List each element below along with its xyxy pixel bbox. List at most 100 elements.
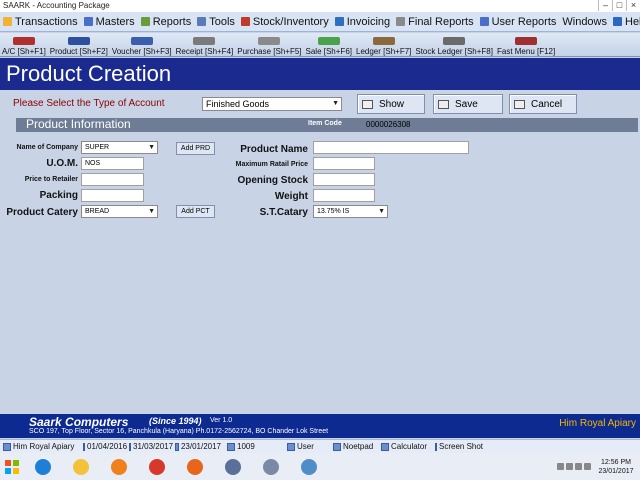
- firefox-taskbar-button[interactable]: [177, 456, 213, 478]
- opening-stock-field[interactable]: [313, 173, 375, 186]
- status-user[interactable]: User: [284, 442, 330, 451]
- toolbar-receipt-button[interactable]: Receipt [Sh+F4]: [174, 33, 236, 57]
- menu-reports[interactable]: Reports: [138, 13, 195, 31]
- account-type-row: Please Select the Type of Account Finish…: [0, 90, 640, 118]
- system-tray: 12:56 PM 23/01/2017: [556, 453, 640, 480]
- chevron-down-icon: ▼: [332, 100, 339, 107]
- screenshot-icon: [435, 442, 437, 451]
- calendar-icon: [175, 442, 179, 451]
- cancel-icon: [514, 99, 525, 109]
- page-title: Product Creation: [6, 61, 172, 86]
- toolbar-fast-menu-button[interactable]: Fast Menu [F12]: [495, 33, 557, 57]
- menu-tools[interactable]: Tools: [194, 13, 238, 31]
- footer-version: Ver 1.0: [210, 417, 233, 424]
- accounts-icon: [12, 37, 35, 45]
- toolbar-voucher-button[interactable]: Voucher [Sh+F3]: [110, 33, 174, 57]
- cancel-button[interactable]: Cancel: [509, 94, 577, 114]
- product-category-select[interactable]: BREAD ▼: [81, 205, 158, 218]
- explorer-taskbar-button[interactable]: [63, 456, 99, 478]
- calendar-icon: [83, 442, 85, 451]
- product-info-title: Product Information: [26, 117, 131, 131]
- toolbar-sale-button[interactable]: Sale [Sh+F6]: [304, 33, 354, 57]
- menu-windows[interactable]: Windows: [559, 13, 610, 31]
- tray-arrow-icon[interactable]: [557, 463, 564, 470]
- notepad-label: Noetpad: [343, 442, 374, 451]
- minimize-icon[interactable]: –: [598, 0, 612, 11]
- packing-field[interactable]: [81, 189, 144, 202]
- toolbar-label: Receipt [Sh+F4]: [175, 47, 234, 56]
- status-screenshot[interactable]: Screen Shot: [432, 442, 486, 451]
- toolbar-stock-ledger-button[interactable]: Stock Ledger [Sh+F8]: [413, 33, 495, 57]
- save-button[interactable]: Save: [433, 94, 503, 114]
- status-date-to[interactable]: 31/03/2017: [126, 442, 173, 451]
- clock[interactable]: 12:56 PM 23/01/2017: [592, 458, 640, 476]
- saark-app-taskbar-button[interactable]: [215, 456, 251, 478]
- taskbar-pinned-apps: [24, 456, 328, 478]
- mrp-field[interactable]: [313, 157, 375, 170]
- account-type-label: Please Select the Type of Account: [13, 98, 165, 109]
- toolbar-product-button[interactable]: Product [Sh+F2]: [48, 33, 110, 57]
- menu-transactions[interactable]: Transactions: [0, 13, 81, 31]
- add-pct-button[interactable]: Add PCT: [176, 205, 215, 218]
- menu-invoicing[interactable]: Invoicing: [332, 13, 393, 31]
- st-category-select[interactable]: 13.75% IS ▼: [313, 205, 388, 218]
- saark-app-icon: [225, 458, 241, 475]
- toolbar-label: Stock Ledger [Sh+F8]: [415, 47, 493, 56]
- ledger-icon: [372, 37, 395, 45]
- page-header: Product Creation: [0, 58, 640, 90]
- status-notepad[interactable]: Noetpad: [330, 442, 378, 451]
- uom-field[interactable]: NOS: [81, 157, 144, 170]
- ie-taskbar-button[interactable]: [25, 456, 61, 478]
- product-name-field[interactable]: [313, 141, 469, 154]
- menu-label: Final Reports: [408, 15, 474, 28]
- volume-icon[interactable]: [584, 463, 591, 470]
- sale-icon: [317, 37, 340, 45]
- menu-masters[interactable]: Masters: [81, 13, 138, 31]
- menu-stock-inventory[interactable]: Stock/Inventory: [238, 13, 332, 31]
- price-to-retailer-field[interactable]: [81, 173, 144, 186]
- clock-date: 23/01/2017: [598, 467, 634, 475]
- calculator-app-taskbar-button[interactable]: [253, 456, 289, 478]
- st-category-value: 13.75% IS: [317, 208, 350, 215]
- status-calculator[interactable]: Calculator: [378, 442, 432, 451]
- invoicing-icon: [334, 17, 344, 26]
- chrome-taskbar-button[interactable]: [139, 456, 175, 478]
- packing-label: Packing: [39, 190, 78, 201]
- network-icon[interactable]: [575, 463, 582, 470]
- menu-final-reports[interactable]: Final Reports: [393, 13, 476, 31]
- company-icon: [3, 442, 11, 451]
- maximize-icon[interactable]: □: [612, 0, 626, 11]
- item-code-label: Item Code: [308, 120, 342, 127]
- menu-user-reports[interactable]: User Reports: [477, 13, 560, 31]
- toolbar-label: Purchase [Sh+F5]: [237, 47, 302, 56]
- toolbar-ledger-button[interactable]: Ledger [Sh+F7]: [354, 33, 413, 57]
- show-button[interactable]: Show: [357, 94, 425, 114]
- menu-label: Masters: [95, 15, 135, 28]
- name-of-company-label: Name of Company: [16, 144, 78, 151]
- status-date-from[interactable]: 01/04/2016: [80, 442, 127, 451]
- footer-since: (Since 1994): [149, 416, 202, 426]
- company-value: SUPER: [85, 144, 110, 151]
- add-prd-button[interactable]: Add PRD: [176, 142, 215, 155]
- menu-label: Reports: [152, 15, 192, 28]
- toolbar-label: Product [Sh+F2]: [49, 47, 108, 56]
- account-type-select[interactable]: Finished Goods ▼: [202, 97, 342, 111]
- media-player-icon: [111, 458, 127, 475]
- paint-icon: [301, 458, 317, 475]
- paint-taskbar-button[interactable]: [291, 456, 327, 478]
- close-icon[interactable]: ×: [626, 0, 640, 11]
- toolbar-purchase-button[interactable]: Purchase [Sh+F5]: [235, 33, 303, 57]
- toolbar-label: Fast Menu [F12]: [496, 47, 556, 56]
- status-client[interactable]: Him Royal Apiary: [0, 442, 80, 451]
- start-button[interactable]: [1, 456, 23, 478]
- weight-field[interactable]: [313, 189, 375, 202]
- status-today[interactable]: 23/01/2017: [172, 442, 224, 451]
- company-select[interactable]: SUPER ▼: [81, 141, 158, 154]
- footer-address: SCO 197, Top Floor, Sector 16, Panchkula…: [29, 428, 329, 435]
- menu-help[interactable]: Help: [610, 13, 640, 31]
- media-player-taskbar-button[interactable]: [101, 456, 137, 478]
- weight-label: Weight: [274, 191, 308, 202]
- flag-icon[interactable]: [566, 463, 573, 470]
- status-count[interactable]: 1009: [224, 442, 284, 451]
- toolbar-accounts-button[interactable]: A/C [Sh+F1]: [0, 33, 48, 57]
